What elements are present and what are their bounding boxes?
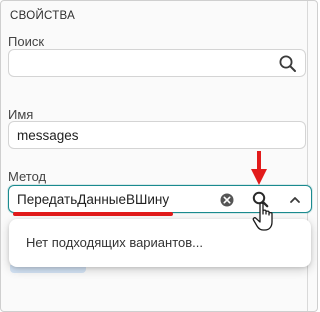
name-field[interactable]: messages (8, 121, 306, 149)
method-input[interactable]: ПередатьДанныеВШину (17, 192, 169, 207)
no-matches-message: Нет подходящих вариантов... (26, 235, 203, 250)
annotation-underline (13, 212, 173, 216)
search-icon[interactable] (277, 53, 299, 75)
panel-title: СВОЙСТВА (10, 10, 76, 22)
name-label: Имя (8, 107, 34, 122)
red-down-arrow-icon (251, 151, 267, 185)
method-label: Метод (8, 169, 47, 184)
hand-cursor-icon (252, 202, 273, 231)
search-field[interactable] (8, 49, 306, 77)
name-input[interactable]: messages (17, 128, 79, 143)
chevron-up-icon[interactable] (284, 189, 306, 211)
clear-circle-icon[interactable] (216, 189, 238, 211)
properties-panel: СВОЙСТВА Поиск Имя messages Метод Переда… (0, 0, 318, 312)
search-label: Поиск (8, 34, 45, 49)
